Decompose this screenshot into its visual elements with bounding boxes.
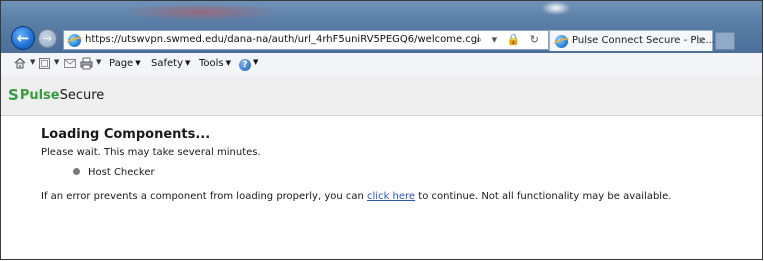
address-bar-actions[interactable]: ⌕ ▾ 🔒 ↻ <box>476 33 542 47</box>
page-menu[interactable]: Page ▼ <box>109 58 141 69</box>
safety-menu[interactable]: Safety ▼ <box>151 58 190 69</box>
browser-title-bar: ← → https://utswvpn.swmed.edu/dana-na/au… <box>1 1 762 53</box>
print-dropdown-icon[interactable]: ▼ <box>96 58 101 66</box>
command-bar: ▼ ▼ ▼ Page ▼ Safety ▼ Tools ▼ ? ▼ <box>1 53 762 76</box>
pulse-secure-header: SPulseSecure <box>1 75 762 116</box>
tab-pulse-connect-secure[interactable]: Pulse Connect Secure - Ple... × <box>549 30 715 51</box>
pulse-secure-logo: SPulseSecure <box>8 86 105 104</box>
address-bar[interactable]: https://utswvpn.swmed.edu/dana-na/auth/u… <box>63 30 549 50</box>
tools-menu[interactable]: Tools ▼ <box>199 58 231 69</box>
back-button[interactable]: ← <box>11 26 35 50</box>
pulse-logo-mark-icon: S <box>8 86 19 104</box>
help-menu[interactable]: ? ▼ <box>239 57 258 71</box>
tab-title: Pulse Connect Secure - Ple... <box>572 35 715 46</box>
home-dropdown-icon[interactable]: ▼ <box>30 58 35 66</box>
list-item: Host Checker <box>73 167 155 178</box>
new-tab-button[interactable] <box>715 32 735 50</box>
click-here-link[interactable]: click here <box>367 191 415 202</box>
main-content: Loading Components... Please wait. This … <box>1 116 762 259</box>
back-arrow-icon: ← <box>16 29 30 47</box>
feeds-icon[interactable] <box>39 58 50 69</box>
close-tab-icon[interactable]: × <box>697 34 706 47</box>
home-icon[interactable] <box>14 57 26 69</box>
ie-favicon-icon <box>68 34 81 47</box>
bullet-icon <box>73 168 80 175</box>
wait-message: Please wait. This may take several minut… <box>41 147 261 158</box>
forward-button[interactable]: → <box>38 29 57 48</box>
feeds-dropdown-icon[interactable]: ▼ <box>54 58 59 66</box>
component-name: Host Checker <box>88 167 155 178</box>
forward-arrow-icon: → <box>42 32 53 45</box>
ie-favicon-icon <box>555 35 568 48</box>
mail-icon[interactable] <box>64 59 76 68</box>
print-icon[interactable] <box>80 57 93 70</box>
browser-window: ← → https://utswvpn.swmed.edu/dana-na/au… <box>0 0 763 260</box>
help-icon: ? <box>239 59 251 71</box>
page-title: Loading Components... <box>41 127 211 142</box>
address-url[interactable]: https://utswvpn.swmed.edu/dana-na/auth/u… <box>85 34 480 45</box>
error-message: If an error prevents a component from lo… <box>41 191 672 202</box>
